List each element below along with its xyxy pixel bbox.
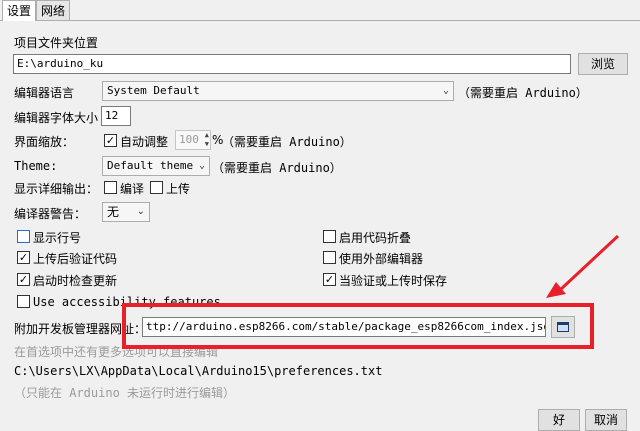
verbose-compile-label: 编译: [120, 182, 145, 196]
window-icon: [557, 322, 569, 332]
warnings-label: 编译器警告：: [14, 207, 87, 221]
chevron-down-icon: ⌄: [198, 160, 205, 171]
chevron-down-icon: ⌄: [442, 85, 449, 96]
auto-scale-label: 自动调整: [120, 135, 169, 149]
browse-button[interactable]: 浏览: [578, 53, 628, 75]
verbose-label: 显示详细输出：: [14, 182, 99, 196]
prefs-path[interactable]: C:\Users\LX\AppData\Local\Arduino15\pref…: [14, 364, 382, 378]
ok-button[interactable]: 好: [538, 409, 580, 431]
save-on-verify-checkbox[interactable]: ✓: [323, 273, 336, 286]
font-size-label: 编辑器字体大小: [14, 111, 99, 125]
tab-settings[interactable]: 设置: [2, 0, 36, 21]
scaling-note: （需要重启 Arduino）: [222, 135, 352, 149]
tab-settings-label: 设置: [7, 4, 32, 18]
spinner-icon[interactable]: ▲ ▼: [205, 131, 209, 149]
boards-url-label: 附加开发板管理器网址：: [14, 322, 147, 336]
verify-upload-label: 上传后验证代码: [33, 252, 118, 266]
tab-network[interactable]: 网络: [36, 0, 70, 20]
cancel-button[interactable]: 取消: [585, 409, 627, 431]
auto-scale-checkbox[interactable]: ✓: [104, 134, 117, 147]
theme-value: Default theme: [107, 159, 194, 172]
warnings-select[interactable]: 无 ⌄: [102, 202, 150, 222]
external-editor-label: 使用外部编辑器: [339, 252, 424, 266]
line-numbers-checkbox[interactable]: [17, 230, 30, 243]
warnings-value: 无: [107, 205, 120, 219]
edit-urls-button[interactable]: [551, 316, 575, 338]
theme-note: （需要重启 Arduino）: [212, 161, 342, 175]
external-editor-checkbox[interactable]: [323, 251, 336, 264]
boards-url-input[interactable]: ttp://arduino.esp8266.com/stable/package…: [142, 317, 546, 337]
accessibility-checkbox[interactable]: [17, 295, 30, 308]
theme-select[interactable]: Default theme ⌄: [102, 156, 210, 176]
code-folding-label: 启用代码折叠: [339, 231, 412, 245]
theme-label: Theme:: [14, 159, 58, 173]
editor-language-value: System Default: [107, 84, 200, 97]
verbose-upload-checkbox[interactable]: [150, 181, 163, 194]
line-numbers-label: 显示行号: [33, 231, 82, 245]
verify-upload-checkbox[interactable]: ✓: [17, 251, 30, 264]
editor-language-note: （需要重启 Arduino）: [458, 86, 588, 100]
editor-language-label: 编辑器语言: [14, 86, 75, 100]
editor-language-select[interactable]: System Default ⌄: [102, 81, 454, 101]
chevron-down-icon: ⌄: [136, 206, 145, 217]
scale-percent-input[interactable]: 100 ▲ ▼: [175, 130, 211, 150]
edit-note: （只能在 Arduino 未运行时进行编辑）: [14, 386, 236, 400]
scale-percent-value: 100: [179, 133, 199, 146]
verbose-compile-checkbox[interactable]: [104, 181, 117, 194]
code-folding-checkbox[interactable]: [323, 230, 336, 243]
more-prefs-note: 在首选项中还有更多选项可以直接编辑: [14, 345, 219, 359]
scaling-label: 界面缩放：: [14, 135, 75, 149]
check-updates-checkbox[interactable]: ✓: [17, 273, 30, 286]
save-on-verify-label: 当验证或上传时保存: [339, 274, 448, 288]
sketchbook-input[interactable]: E:\arduino_ku: [13, 54, 571, 74]
tab-network-label: 网络: [41, 4, 66, 18]
check-updates-label: 启动时检查更新: [33, 274, 118, 288]
sketchbook-label: 项目文件夹位置: [14, 36, 99, 50]
font-size-input[interactable]: 12: [101, 106, 131, 126]
accessibility-label: Use accessibility features: [33, 295, 221, 309]
verbose-upload-label: 上传: [166, 182, 191, 196]
